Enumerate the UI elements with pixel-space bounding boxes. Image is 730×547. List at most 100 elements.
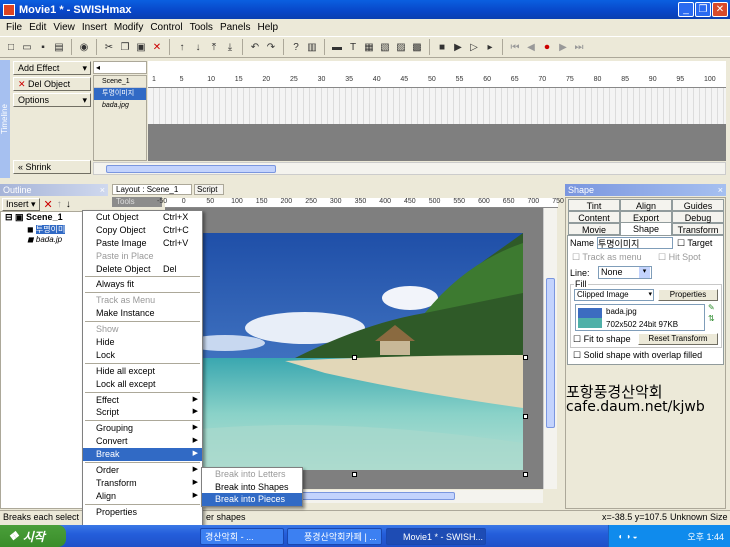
prev-frame-icon[interactable]: ◀ — [524, 40, 538, 54]
track-image-selected[interactable]: 투명이미지 — [94, 88, 146, 100]
timeline-frames[interactable] — [148, 88, 726, 124]
move-up-icon[interactable]: ↑ — [57, 199, 62, 210]
options-button[interactable]: Options ▾ — [13, 93, 91, 107]
image-edit-icon[interactable]: ✎ — [708, 303, 715, 312]
menu-modify[interactable]: Modify — [114, 22, 143, 33]
book-icon[interactable]: ▥ — [305, 40, 319, 54]
add-effect-button[interactable]: Add Effect ▾ — [13, 61, 91, 75]
submenu-item-break-into-shapes[interactable]: Break into Shapes — [202, 481, 302, 494]
play-timeline-icon[interactable]: ▸ — [483, 40, 497, 54]
tab-script[interactable]: Script — [194, 184, 224, 195]
menu-item-lock-all-except[interactable]: Lock all except — [83, 378, 202, 391]
menu-item-order[interactable]: Order ▶ — [83, 464, 202, 477]
copy-icon[interactable]: ❐ — [118, 40, 132, 54]
selection-handle[interactable] — [523, 414, 528, 419]
collapse-arrow-icon[interactable]: ◂ — [94, 63, 100, 72]
open-icon[interactable]: ▭ — [20, 40, 34, 54]
find-icon[interactable]: ◉ — [77, 40, 91, 54]
track-as-menu-checkbox[interactable]: ☐ Track as menu — [572, 252, 642, 263]
track-bada[interactable]: bada.jpg — [94, 100, 146, 112]
scroll-thumb[interactable] — [106, 165, 276, 173]
tab-tint[interactable]: Tint — [568, 199, 620, 211]
tab-transform[interactable]: Transform — [672, 223, 724, 235]
menu-item-hide-all-except[interactable]: Hide all except — [83, 365, 202, 378]
move-down-icon[interactable]: ↓ — [191, 40, 205, 54]
menu-item-copy-object[interactable]: Copy Object Ctrl+C — [83, 224, 202, 237]
menu-panels[interactable]: Panels — [220, 22, 251, 33]
menu-item-lock[interactable]: Lock — [83, 349, 202, 362]
move-top-icon[interactable]: ⤒ — [207, 40, 221, 54]
new-icon[interactable]: □ — [4, 40, 18, 54]
play-effect-icon[interactable]: ▷ — [467, 40, 481, 54]
selection-handle[interactable] — [523, 355, 528, 360]
stop-icon[interactable]: ■ — [435, 40, 449, 54]
menu-insert[interactable]: Insert — [82, 22, 107, 33]
tab-shape[interactable]: Shape — [620, 222, 672, 235]
close-icon[interactable]: × — [100, 184, 105, 196]
goto-frame-icon[interactable]: ⏺ — [540, 40, 554, 54]
submenu-item-break-into-pieces[interactable]: Break into Pieces — [202, 493, 302, 506]
menu-item-hide[interactable]: Hide — [83, 336, 202, 349]
menu-item-paste-in-place[interactable]: Paste in Place — [83, 250, 202, 263]
insert-button-icon[interactable]: ▦ — [362, 40, 376, 54]
play-icon[interactable]: ▶ — [451, 40, 465, 54]
shrink-button[interactable]: « Shrink — [13, 160, 91, 174]
menu-file[interactable]: File — [6, 22, 22, 33]
insert-image-icon[interactable]: ▨ — [394, 40, 408, 54]
image-refresh-icon[interactable]: ⇅ — [708, 314, 715, 323]
menu-item-transform[interactable]: Transform ▶ — [83, 477, 202, 490]
menu-item-align[interactable]: Align ▶ — [83, 490, 202, 503]
fill-select[interactable]: Clipped Image ▾ — [574, 289, 654, 301]
last-frame-icon[interactable]: ⏭ — [572, 40, 586, 54]
insert-scene-icon[interactable]: ▬ — [330, 40, 344, 54]
tab-debug[interactable]: Debug — [672, 211, 724, 223]
menu-item-make-instance[interactable]: Make Instance — [83, 307, 202, 320]
delete-icon[interactable]: ✕ — [150, 40, 164, 54]
menu-item-delete-object[interactable]: Delete Object Del — [83, 263, 202, 276]
menu-control[interactable]: Control — [150, 22, 182, 33]
stage-vscrollbar[interactable] — [543, 208, 557, 489]
menu-item-paste-image[interactable]: Paste Image Ctrl+V — [83, 237, 202, 250]
del-object-button[interactable]: ✕ Del Object — [13, 77, 91, 91]
next-frame-icon[interactable]: ▶ — [556, 40, 570, 54]
redo-icon[interactable]: ↷ — [264, 40, 278, 54]
tab-layout[interactable]: Layout : Scene_1 — [112, 184, 192, 195]
menu-item-break[interactable]: Break ▶ — [83, 448, 202, 462]
insert-sprite-icon[interactable]: ▧ — [378, 40, 392, 54]
import-icon[interactable]: ▤ — [52, 40, 66, 54]
target-checkbox[interactable]: ☐ Target — [677, 238, 712, 249]
solid-shape-checkbox[interactable]: ☐ Solid shape with overlap filled — [573, 350, 702, 361]
scroll-thumb[interactable] — [546, 278, 555, 428]
close-button[interactable]: ✕ — [712, 2, 728, 17]
menu-item-track-as-menu[interactable]: Track as Menu — [83, 294, 202, 307]
insert-content-icon[interactable]: ▩ — [410, 40, 424, 54]
timeline-hscrollbar[interactable] — [93, 162, 726, 175]
menu-item-show[interactable]: Show — [83, 323, 202, 336]
start-button[interactable]: ❖ 시작 — [0, 525, 66, 547]
maximize-button[interactable]: ❐ — [695, 2, 711, 17]
tab-align[interactable]: Align — [620, 199, 672, 211]
selection-handle[interactable] — [352, 355, 357, 360]
insert-text-icon[interactable]: T — [346, 40, 360, 54]
menu-tools[interactable]: Tools — [190, 22, 213, 33]
undo-icon[interactable]: ↶ — [248, 40, 262, 54]
move-up-icon[interactable]: ↑ — [175, 40, 189, 54]
move-bottom-icon[interactable]: ⤓ — [223, 40, 237, 54]
line-select[interactable]: None ▾ — [598, 266, 652, 279]
minimize-button[interactable]: _ — [678, 2, 694, 17]
help-icon[interactable]: ? — [289, 40, 303, 54]
stage-image[interactable] — [165, 233, 523, 470]
name-input[interactable] — [597, 237, 673, 249]
taskbar-item-active[interactable]: Movie1 * - SWISH... — [386, 528, 486, 545]
menu-item-properties[interactable]: Properties — [83, 506, 202, 519]
hit-spot-checkbox[interactable]: ☐ Hit Spot — [658, 252, 701, 263]
menu-item-always-fit[interactable]: Always fit — [83, 278, 202, 291]
menu-help[interactable]: Help — [258, 22, 279, 33]
menu-item-script[interactable]: Script ▶ — [83, 406, 202, 419]
tab-guides[interactable]: Guides — [672, 199, 724, 211]
menu-edit[interactable]: Edit — [29, 22, 46, 33]
save-icon[interactable]: ▪ — [36, 40, 50, 54]
menu-item-grouping[interactable]: Grouping ▶ — [83, 422, 202, 435]
selection-handle[interactable] — [352, 472, 357, 477]
track-scene[interactable]: Scene_1 — [94, 76, 146, 88]
